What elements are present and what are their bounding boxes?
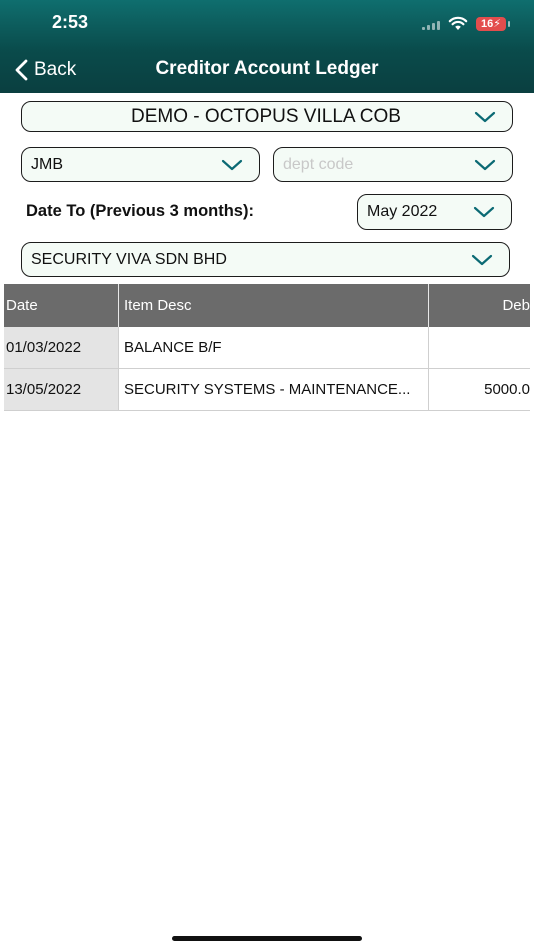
row-desc-text: BALANCE B/F — [124, 339, 222, 356]
wifi-icon — [448, 16, 468, 30]
ledger-table[interactable]: Date Item Desc Deb 01/03/2022 BALANCE B/… — [4, 284, 530, 411]
row-desc: BALANCE B/F — [119, 327, 429, 369]
type-value: JMB — [31, 155, 63, 173]
table-header-row: Date Item Desc Deb — [4, 284, 530, 327]
battery-level: 16 — [481, 17, 494, 30]
row-debit — [429, 327, 530, 369]
row-debit: 5000.0 — [429, 369, 530, 411]
chevron-down-icon — [473, 206, 495, 218]
date-select[interactable]: May 2022 — [357, 194, 512, 230]
chevron-down-icon — [471, 254, 493, 265]
dept-code-placeholder: dept code — [283, 155, 354, 173]
date-value: May 2022 — [367, 203, 438, 220]
status-time: 2:53 — [52, 12, 89, 32]
header-date: Date — [4, 284, 119, 327]
creditor-value: SECURITY VIVA SDN BHD — [31, 250, 227, 268]
creditor-select[interactable]: SECURITY VIVA SDN BHD — [21, 242, 510, 277]
chevron-down-icon — [221, 159, 243, 170]
row-date: 01/03/2022 — [4, 327, 119, 369]
chevron-down-icon — [474, 111, 496, 122]
row-date: 13/05/2022 — [4, 369, 119, 411]
table-row[interactable]: 01/03/2022 BALANCE B/F — [4, 327, 530, 369]
chevron-down-icon — [474, 159, 496, 170]
header-debit: Deb — [502, 297, 530, 314]
property-value: DEMO - OCTOPUS VILLA COB — [131, 105, 401, 127]
app-header: 2:53 16⚡ Back Creditor Account Ledger — [0, 0, 534, 93]
status-icons: 16⚡ — [422, 16, 510, 31]
header-item-desc: Item Desc — [119, 284, 429, 327]
signal-icon — [422, 18, 440, 30]
page-title: Creditor Account Ledger — [155, 58, 379, 79]
row-desc: SECURITY SYSTEMS - MAINTENANCE... — [119, 369, 429, 411]
dept-code-select[interactable]: dept code — [273, 147, 513, 182]
row-desc-text: SECURITY SYSTEMS - MAINTENANCE... — [124, 381, 411, 398]
type-select[interactable]: JMB — [21, 147, 260, 182]
battery-icon: 16⚡ — [476, 16, 510, 31]
property-select[interactable]: DEMO - OCTOPUS VILLA COB — [21, 101, 513, 132]
home-indicator — [172, 936, 362, 941]
date-to-label: Date To (Previous 3 months): — [26, 202, 254, 220]
table-row[interactable]: 13/05/2022 SECURITY SYSTEMS - MAINTENANC… — [4, 369, 530, 411]
